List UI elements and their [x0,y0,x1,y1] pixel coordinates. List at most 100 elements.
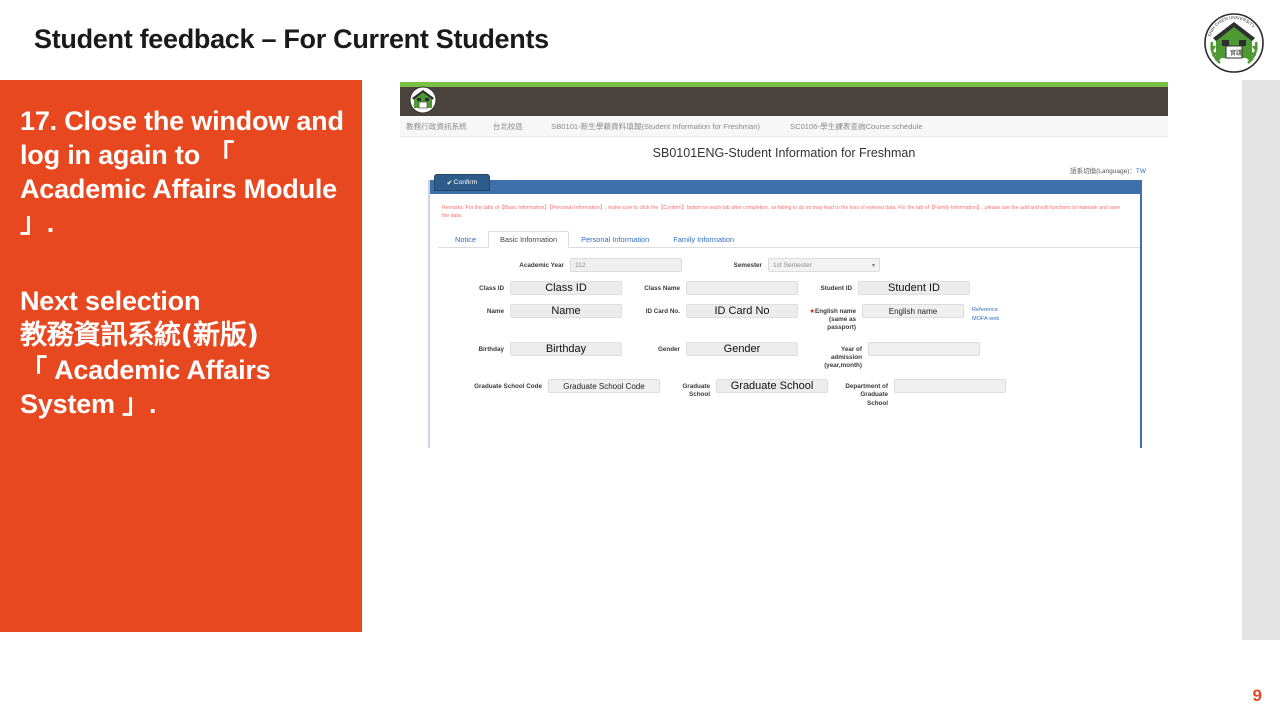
semester-select[interactable]: 1st Semester ▾ [768,258,880,273]
grad-school-code-value: Graduate School Code [563,381,645,391]
callout-system-name-en: 「 Academic Affairs System 」. [20,355,271,420]
tab-strip: Notice Basic Information Personal Inform… [438,230,1140,249]
embedded-screenshot: 教務行政資訊系統 台北校區 SB0101-新生學籍資料填報(Student In… [400,82,1168,448]
callout-next-selection: Next selection [20,286,201,317]
english-name-value: English name [888,306,938,316]
academic-year-input[interactable]: 112 [570,258,682,273]
field-class-id: Class ID Class ID [464,281,622,296]
green-accent-bar [400,82,1168,87]
name-value: Name [551,305,581,318]
shih-chien-university-logo: 實踐 SHIH CHIEN UNIVERSITY [1200,12,1268,74]
name-label: Name [486,308,504,316]
language-value[interactable]: TW [1136,168,1146,175]
language-label: 語系切換(Language)： [1070,168,1136,175]
english-name-label-text: English name (same as passport) [815,308,856,332]
field-academic-year: Academic Year 112 [490,258,682,273]
basic-information-form: Academic Year 112 Semester 1st Semester … [430,248,1140,408]
breadcrumb: 教務行政資訊系統 台北校區 SB0101-新生學籍資料填報(Student In… [400,116,1168,137]
form-panel: ✔ Confirm Remarks: For the tabs of【Basic … [428,174,1142,448]
tab-family-information[interactable]: Family Information [661,231,746,248]
mofa-reference-link[interactable]: Reference MOFA web [972,304,999,323]
year-admission-label: Year of admission (year,month) [824,345,862,369]
breadcrumb-item-sc0106[interactable]: SC0106-學生課表查詢Course schedule [790,121,923,132]
form-row-4: Birthday Birthday Gender Gender Year of … [430,341,1140,371]
id-card-value: ID Card No [714,305,770,318]
field-department-of-graduate-school: Department of Graduate School [838,379,1006,408]
page-title: Student feedback – For Current Students [34,24,549,54]
class-name-input[interactable] [686,281,798,296]
form-header: SB0101ENG-Student Information for Freshm… [400,137,1168,179]
gender-input[interactable]: Gender [686,341,798,356]
confirm-button-label: Confirm [453,179,478,186]
id-card-input[interactable]: ID Card No [686,304,798,319]
field-year-of-admission: Year of admission (year,month) [812,341,980,371]
reference-link-line1: Reference [972,307,998,314]
birthday-input[interactable]: Birthday [510,341,622,356]
language-switcher[interactable]: 語系切換(Language)：TW [1070,165,1146,175]
grad-school-code-label: Graduate School Code [474,383,542,391]
grad-school-value: Graduate School [730,380,814,393]
academic-year-value: 112 [575,261,586,269]
year-admission-input[interactable] [868,341,980,356]
svg-text:實踐: 實踐 [1230,49,1242,57]
instruction-callout: 17. Close the window and log in again to… [0,80,362,632]
birthday-value: Birthday [545,342,587,355]
tab-basic-information[interactable]: Basic Information [487,231,570,249]
tab-personal-information[interactable]: Personal Information [569,231,661,248]
right-side-panel [1242,80,1280,640]
field-name: Name Name [464,304,622,319]
gender-value: Gender [723,342,761,355]
callout-paragraph-2: Next selection 教務資訊系統(新版) 「 Academic Aff… [20,284,344,421]
grad-school-label: Graduate School [682,383,710,399]
reference-link-line2: MOFA web [972,315,1000,322]
form-row-2: Class ID Class ID Class Name Student ID [430,281,1140,296]
dept-grad-school-label: Department of Graduate School [845,383,888,407]
field-gender: Gender Gender [636,341,798,356]
callout-paragraph-1: 17. Close the window and log in again to… [20,106,344,239]
student-id-value: Student ID [888,282,940,295]
class-id-label: Class ID [479,285,504,293]
breadcrumb-item-sb0101[interactable]: SB0101-新生學籍資料填報(Student Information for … [551,121,760,132]
breadcrumb-item-system[interactable]: 教務行政資訊系統 [406,121,467,132]
birthday-label: Birthday [478,345,504,353]
field-class-name: Class Name [636,281,798,296]
semester-value: 1st Semester [773,261,812,269]
slide: Student feedback – For Current Students … [0,0,1280,720]
chevron-down-icon: ▾ [871,262,875,269]
form-title: SB0101ENG-Student Information for Freshm… [652,146,916,160]
site-header [400,82,1168,116]
check-icon: ✔ [446,179,453,187]
field-student-id: Student ID Student ID [812,281,970,296]
dept-grad-school-input[interactable] [894,379,1006,394]
form-row-3: Name Name ID Card No. ID Card No ★Englis… [430,304,1140,333]
field-graduate-school-code: Graduate School Code Graduate School Cod… [464,379,660,394]
field-birthday: Birthday Birthday [464,341,622,356]
student-id-label: Student ID [820,285,852,293]
field-semester: Semester 1st Semester ▾ [714,258,880,273]
student-id-input[interactable]: Student ID [858,281,970,296]
english-name-label: ★English name (same as passport) [808,304,856,333]
breadcrumb-item-campus[interactable]: 台北校區 [493,121,523,132]
grad-school-code-input[interactable]: Graduate School Code [548,379,660,394]
site-logo-icon [408,85,438,115]
field-id-card-no: ID Card No. ID Card No [636,304,798,319]
form-row-1: Academic Year 112 Semester 1st Semester … [430,258,1140,273]
grad-school-input[interactable]: Graduate School [716,379,828,394]
form-row-5: Graduate School Code Graduate School Cod… [430,379,1140,408]
tab-notice[interactable]: Notice [443,231,488,248]
gender-label: Gender [657,345,680,353]
remarks-text: Remarks: For the tabs of【Basic Informati… [442,205,1121,220]
id-card-label: ID Card No. [645,308,680,316]
field-english-name: ★English name (same as passport) English… [808,304,999,333]
panel-toolbar: ✔ Confirm [430,174,1140,194]
class-id-value: Class ID [545,282,587,295]
english-name-input[interactable]: English name [862,304,964,319]
field-graduate-school: Graduate School Graduate School [670,379,828,399]
class-id-input[interactable]: Class ID [510,281,622,296]
name-input[interactable]: Name [510,304,622,319]
confirm-button[interactable]: ✔ Confirm [434,174,490,191]
class-name-label: Class Name [644,285,680,293]
callout-system-name-zh: 教務資訊系統(新版) [20,320,259,352]
academic-year-label: Academic Year [519,262,564,270]
slide-page-number: 9 [1252,686,1262,705]
